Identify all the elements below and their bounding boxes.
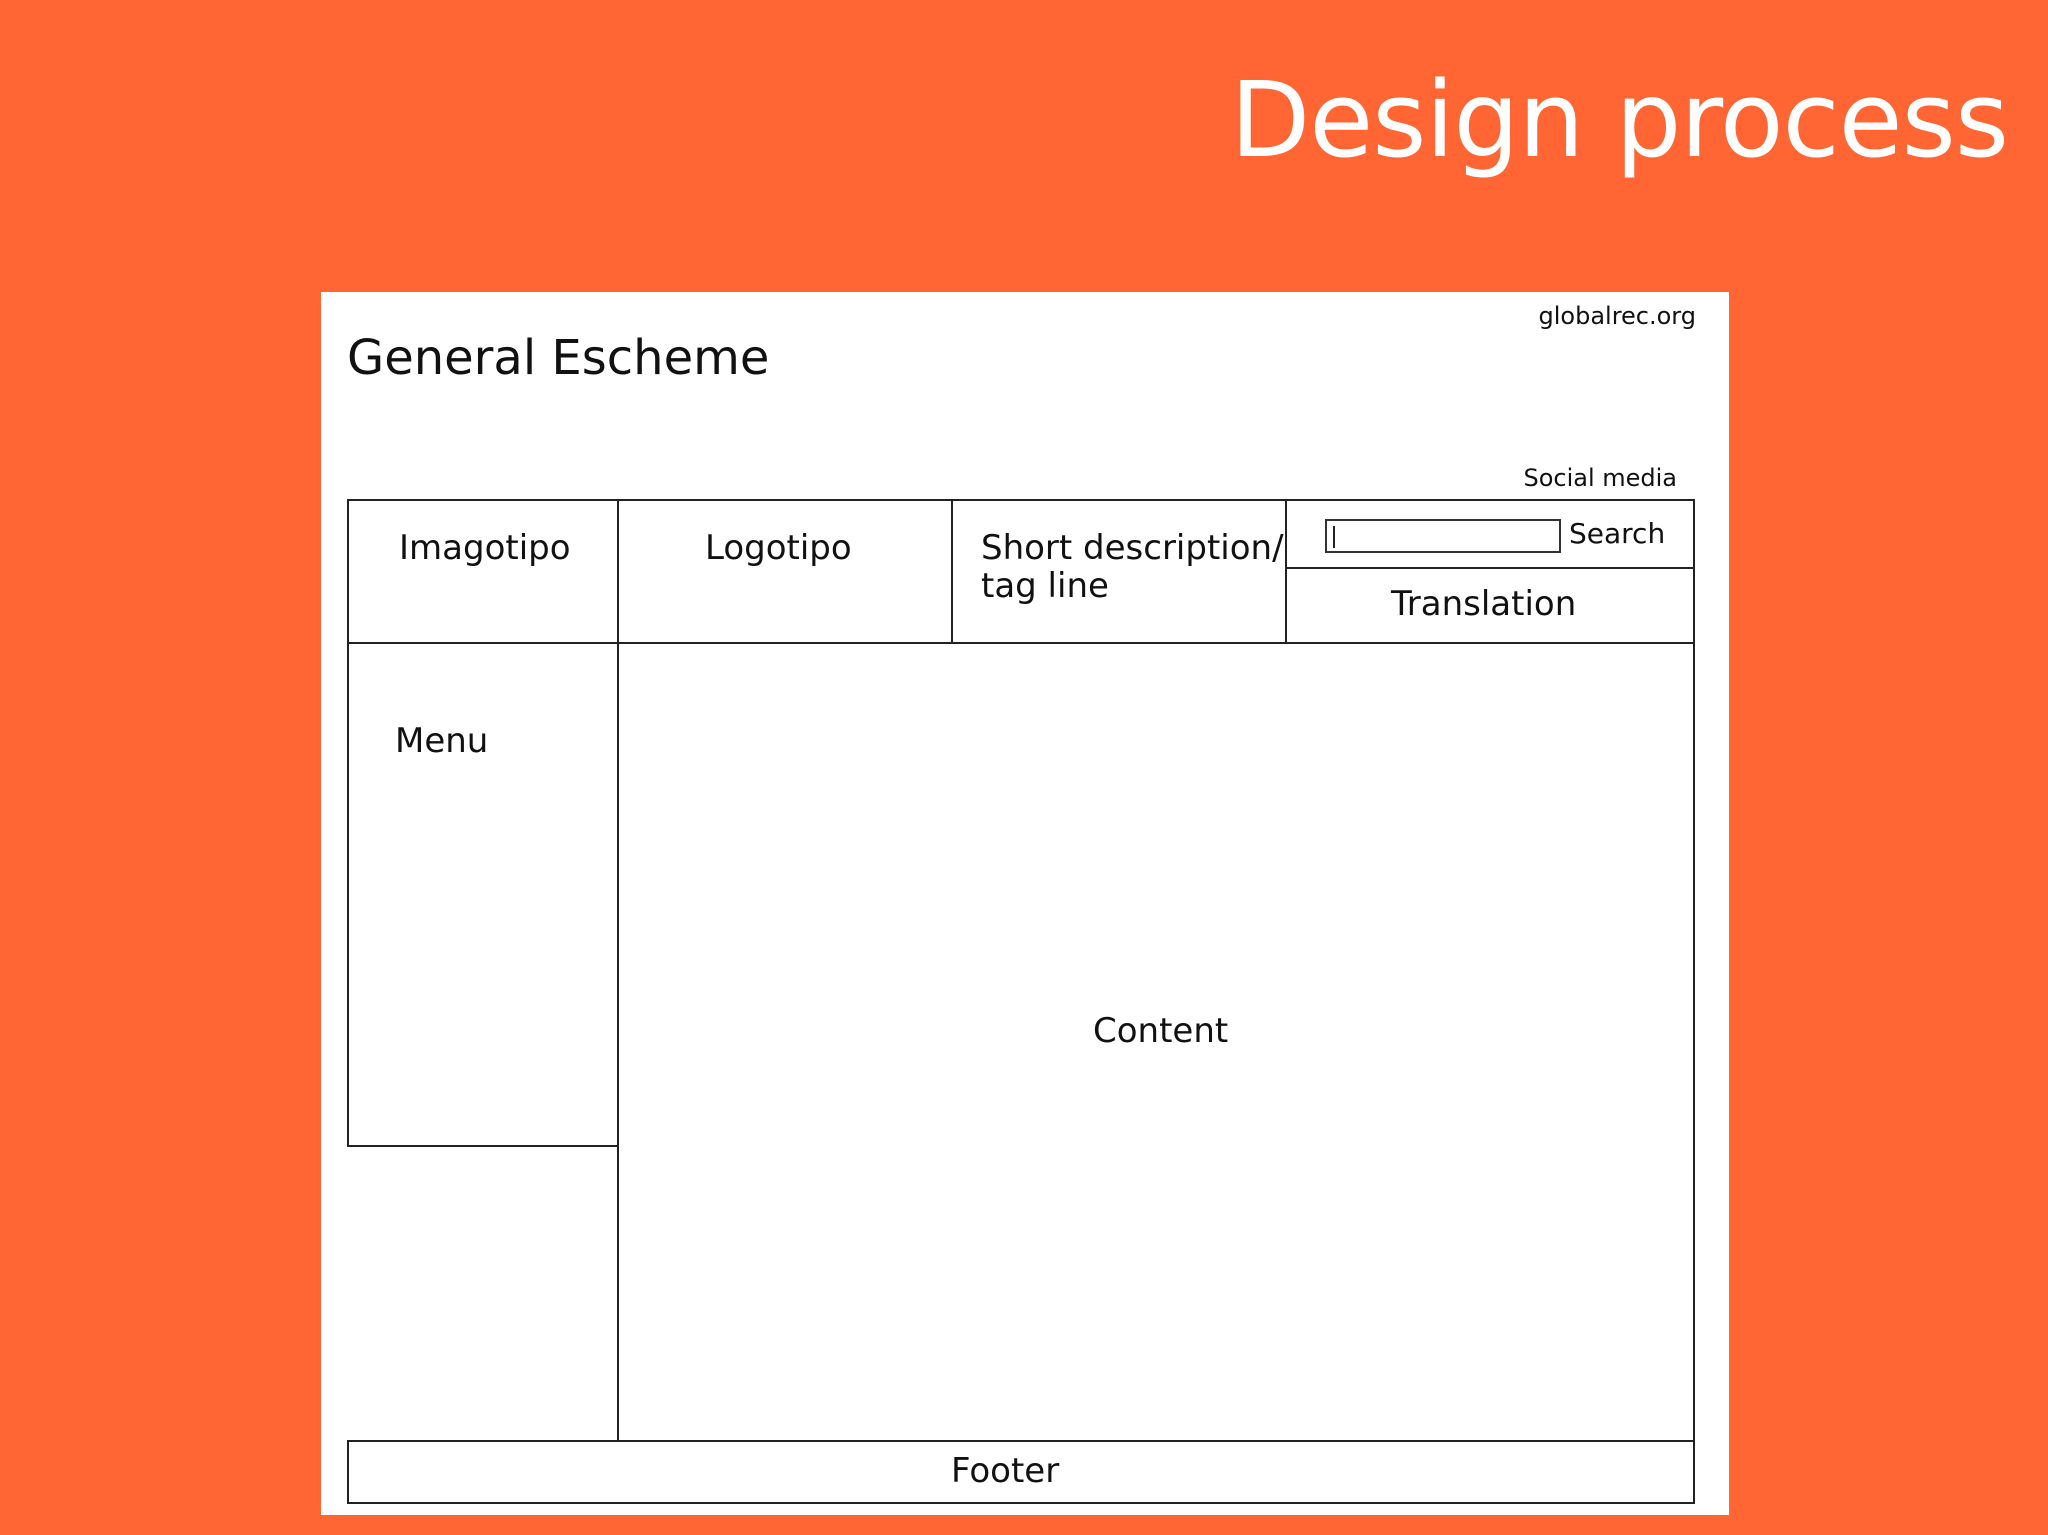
menu-label: Menu <box>395 721 489 761</box>
footer-label: Footer <box>951 1451 1060 1491</box>
site-name: globalrec.org <box>1538 302 1697 330</box>
logotipo-label: Logotipo <box>705 528 852 568</box>
translation-box: Translation <box>1285 567 1695 644</box>
social-media-label: Social media <box>1523 464 1677 492</box>
content-label: Content <box>1093 1011 1229 1051</box>
search-box: Search <box>1285 499 1695 569</box>
translation-label: Translation <box>1391 584 1577 624</box>
menu-box: Menu <box>347 642 619 1147</box>
imagotipo-box: Imagotipo <box>347 499 619 644</box>
search-input[interactable] <box>1325 519 1561 553</box>
imagotipo-label: Imagotipo <box>399 528 571 568</box>
logotipo-box: Logotipo <box>617 499 953 644</box>
text-caret <box>1333 526 1335 548</box>
content-box: Content <box>617 642 1695 1442</box>
scheme-title: General Escheme <box>347 330 770 386</box>
tagline-box: Short description/ tag line <box>951 499 1287 644</box>
scheme-sheet: globalrec.org General Escheme Social med… <box>321 292 1729 1515</box>
tagline-label-line1: Short description/ <box>981 528 1284 568</box>
footer-box: Footer <box>347 1440 1695 1504</box>
tagline-label-line2: tag line <box>981 566 1109 606</box>
search-button[interactable]: Search <box>1569 517 1665 550</box>
slide-title: Design process <box>1230 59 2009 181</box>
